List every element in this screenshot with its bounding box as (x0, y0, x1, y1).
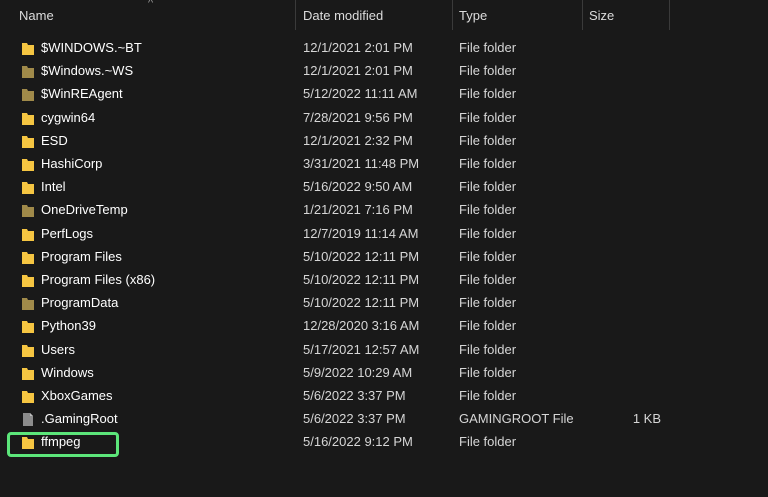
date-modified: 12/1/2021 2:32 PM (303, 132, 413, 148)
file-type: File folder (459, 109, 517, 125)
table-row[interactable]: $WINDOWS.~BT 12/1/2021 2:01 PM File folder (0, 36, 768, 59)
file-type: File folder (459, 179, 517, 195)
date-modified: 5/16/2022 9:50 AM (303, 179, 413, 195)
file-type: File folder (459, 295, 517, 311)
file-name: Python39 (41, 318, 96, 334)
hidden-folder-icon (21, 63, 35, 79)
table-row[interactable]: $Windows.~WS 12/1/2021 2:01 PM File folder (0, 59, 768, 82)
date-modified: 7/28/2021 9:56 PM (303, 109, 413, 125)
file-name: ESD (41, 132, 68, 148)
column-header-name[interactable]: Name (13, 0, 295, 32)
file-name: $WinREAgent (41, 86, 123, 102)
table-row[interactable]: cygwin64 7/28/2021 9:56 PM File folder (0, 106, 768, 129)
table-row[interactable]: Program Files (x86) 5/10/2022 12:11 PM Fil… (0, 268, 768, 291)
file-name: XboxGames (41, 388, 113, 403)
table-row[interactable]: PerfLogs 12/7/2019 11:14 AM File folder (0, 222, 768, 245)
column-header-type[interactable]: Type (453, 0, 583, 32)
file-name: OneDriveTemp (41, 202, 128, 218)
file-type: File folder (459, 318, 517, 334)
table-row[interactable]: ESD 12/1/2021 2:32 PM File folder (0, 129, 768, 152)
table-row[interactable]: Program Files 5/10/2022 12:11 PM File fold… (0, 245, 768, 268)
date-modified: 5/17/2021 12:57 AM (303, 341, 420, 357)
hidden-folder-icon (21, 86, 35, 102)
date-modified: 12/7/2019 11:14 AM (303, 225, 419, 241)
date-modified: 12/1/2021 2:01 PM (303, 63, 413, 79)
file-name: $Windows.~WS (41, 63, 134, 79)
file-name: Program Files (x86) (41, 272, 156, 287)
file-type: File folder (459, 388, 517, 403)
date-modified: 1/21/2021 7:16 PM (303, 202, 413, 218)
date-modified: 12/1/2021 2:01 PM (303, 40, 413, 55)
folder-icon (21, 156, 35, 171)
folder-icon (21, 365, 35, 380)
folder-icon (21, 272, 35, 287)
column-header-bar: ^ Name Date modified Type Size (0, 0, 768, 32)
hidden-folder-icon (21, 202, 35, 218)
file-name: cygwin64 (41, 109, 96, 125)
table-row[interactable]: XboxGames 5/6/2022 3:37 PM File folder (0, 384, 768, 407)
column-header-date-modified[interactable]: Date modified (297, 0, 453, 32)
date-modified: 5/10/2022 12:11 PM (303, 272, 420, 287)
file-type: File folder (459, 40, 517, 55)
file-name: $WINDOWS.~BT (41, 40, 142, 55)
file-name: Program Files (41, 248, 122, 264)
file-size: 1 KB (632, 411, 661, 427)
date-modified: 12/28/2020 3:16 AM (303, 318, 420, 334)
date-modified: 5/10/2022 12:11 PM (303, 248, 420, 264)
file-name: HashiCorp (41, 156, 103, 171)
file-type: File folder (459, 86, 517, 102)
folder-icon (21, 249, 35, 264)
file-name: Intel (41, 179, 66, 195)
date-modified: 5/10/2022 12:11 PM (303, 295, 420, 311)
file-name: Users (41, 341, 75, 357)
file-type: File folder (459, 156, 517, 171)
file-type: File folder (459, 202, 517, 218)
file-icon (21, 411, 35, 427)
column-header-size[interactable]: Size (583, 0, 669, 32)
file-type: File folder (459, 272, 517, 287)
file-type: File folder (459, 63, 517, 79)
date-modified: 5/12/2022 11:11 AM (303, 86, 418, 102)
table-row[interactable]: $WinREAgent 5/12/2022 11:11 AM File folder (0, 82, 768, 105)
file-type: File folder (459, 132, 517, 148)
file-name: PerfLogs (41, 225, 94, 241)
date-modified: 5/6/2022 3:37 PM (303, 411, 406, 427)
date-modified: 5/6/2022 3:37 PM (303, 388, 406, 403)
folder-icon (21, 179, 35, 195)
date-modified: 5/16/2022 9:12 PM (303, 434, 413, 450)
table-row[interactable]: .GamingRoot 5/6/2022 3:37 PM GAMINGROOT Fi… (0, 407, 768, 430)
highlight-box (7, 432, 119, 457)
table-row[interactable]: ProgramData 5/10/2022 12:11 PM File folder (0, 291, 768, 314)
hidden-folder-icon (21, 295, 35, 311)
file-type: File folder (459, 434, 517, 450)
folder-icon (21, 342, 35, 357)
folder-icon (21, 133, 35, 148)
table-row[interactable]: Users 5/17/2021 12:57 AM File folder (0, 338, 768, 361)
file-type: File folder (459, 248, 517, 264)
folder-icon (21, 388, 35, 403)
date-modified: 3/31/2021 11:48 PM (303, 156, 420, 171)
file-type: File folder (459, 225, 517, 241)
folder-icon (21, 318, 35, 334)
folder-icon (21, 110, 35, 125)
table-row[interactable]: Python39 12/28/2020 3:16 AM File folder (0, 314, 768, 337)
column-divider[interactable] (669, 0, 670, 30)
file-type: File folder (459, 364, 517, 380)
file-name: Windows (41, 364, 94, 380)
date-modified: 5/9/2022 10:29 AM (303, 364, 413, 380)
file-type: File folder (459, 341, 517, 357)
column-divider[interactable] (295, 0, 296, 30)
file-type: GAMINGROOT File (459, 411, 574, 427)
file-name: .GamingRoot (41, 411, 118, 427)
table-row[interactable]: Intel 5/16/2022 9:50 AM File folder (0, 175, 768, 198)
folder-icon (21, 40, 35, 55)
file-explorer-list: ^ Name Date modified Type Size $WINDOWS.… (0, 0, 768, 497)
table-row[interactable]: OneDriveTemp 1/21/2021 7:16 PM File folder (0, 198, 768, 221)
table-row[interactable]: HashiCorp 3/31/2021 11:48 PM File folder (0, 152, 768, 175)
file-name: ProgramData (41, 295, 119, 311)
table-row[interactable]: Windows 5/9/2022 10:29 AM File folder (0, 361, 768, 384)
folder-icon (21, 226, 35, 241)
